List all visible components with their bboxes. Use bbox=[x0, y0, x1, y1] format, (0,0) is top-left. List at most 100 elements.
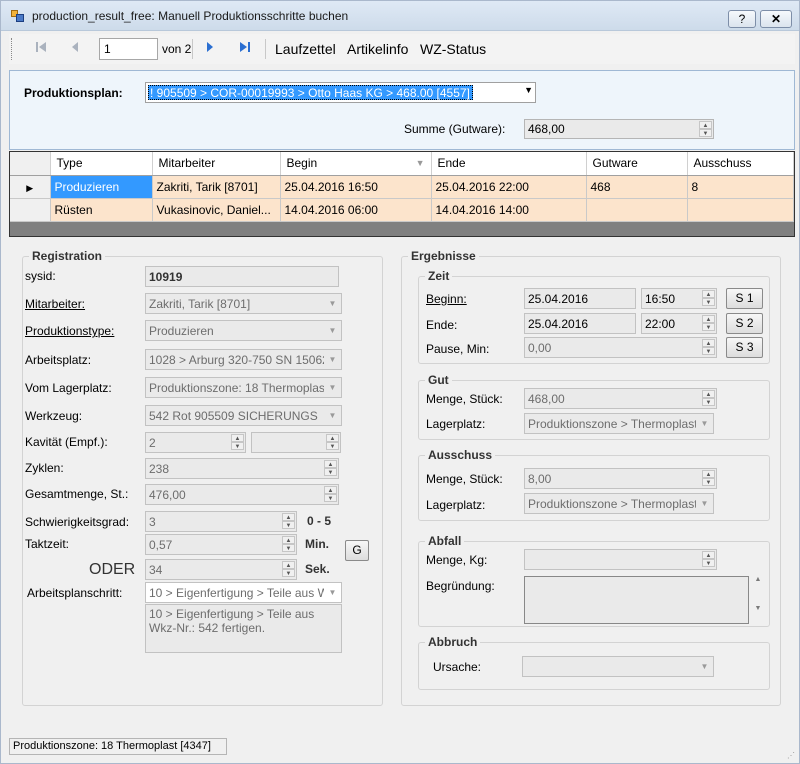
chevron-down-icon[interactable]: ▼ bbox=[696, 414, 713, 433]
chevron-down-icon[interactable]: ▼ bbox=[324, 350, 341, 369]
gut-title: Gut bbox=[425, 373, 452, 387]
beginn-time-field[interactable]: 16:50 ▲ ▼ bbox=[641, 288, 717, 309]
begruendung-textarea[interactable] bbox=[524, 576, 749, 624]
werkzeug-select[interactable]: 542 Rot 905509 SICHERUNGS ▼ bbox=[145, 405, 342, 426]
produktionstype-select[interactable]: Produzieren ▼ bbox=[145, 320, 342, 341]
cell-type[interactable]: Produzieren bbox=[50, 175, 153, 199]
cell-ausschuss[interactable]: 8 bbox=[687, 175, 794, 199]
kavitaet-field[interactable]: 2 ▲ ▼ bbox=[145, 432, 246, 453]
produktionstype-link[interactable]: Produktionstype: bbox=[25, 324, 114, 338]
ausschuss-menge-field[interactable]: 8,00 ▲ ▼ bbox=[524, 468, 717, 489]
row-selector[interactable] bbox=[10, 198, 51, 222]
spinner-icon[interactable]: ▲ ▼ bbox=[231, 434, 244, 450]
production-steps-grid[interactable]: Type Mitarbeiter Begin ▼ Ende Gutware Aus… bbox=[9, 151, 795, 237]
close-button[interactable]: ✕ bbox=[760, 10, 792, 28]
beginn-link[interactable]: Beginn: bbox=[426, 292, 467, 306]
column-header-begin[interactable]: Begin ▼ bbox=[280, 152, 432, 176]
table-row[interactable]: Rüsten Vukasinovic, Daniel... 14.04.2016… bbox=[10, 198, 794, 222]
s1-button[interactable]: S 1 bbox=[726, 288, 763, 309]
cell-mitarbeiter[interactable]: Vukasinovic, Daniel... bbox=[152, 198, 281, 222]
production-plan-select[interactable]: ! 905509 > COR-00019993 > Otto Haas KG >… bbox=[145, 82, 536, 103]
schwierigkeitsgrad-range: 0 - 5 bbox=[307, 514, 332, 528]
kavitaet-empf-field[interactable]: ▲ ▼ bbox=[251, 432, 341, 453]
scroll-up-icon[interactable]: ▲ bbox=[751, 576, 765, 583]
spinner-icon[interactable]: ▲ ▼ bbox=[702, 551, 715, 567]
spinner-icon[interactable]: ▲ ▼ bbox=[326, 434, 339, 450]
table-row[interactable]: ▶ Produzieren Zakriti, Tarik [8701] 25.0… bbox=[10, 175, 794, 199]
chevron-down-icon[interactable]: ▼ bbox=[324, 321, 341, 340]
cell-ende[interactable]: 25.04.2016 22:00 bbox=[431, 175, 587, 199]
ausschuss-lagerplatz-select[interactable]: Produktionszone > Thermoplast ▼ bbox=[524, 493, 714, 514]
row-selector-icon[interactable]: ▶ bbox=[10, 175, 51, 199]
move-next-icon[interactable] bbox=[202, 41, 218, 57]
help-button[interactable]: ? bbox=[728, 10, 756, 28]
chevron-down-icon[interactable]: ▼ bbox=[324, 406, 341, 425]
gut-lagerplatz-value: Produktionszone > Thermoplast bbox=[528, 417, 698, 431]
spinner-icon[interactable]: ▲ ▼ bbox=[699, 121, 712, 137]
spinner-icon[interactable]: ▲ ▼ bbox=[702, 315, 715, 331]
sum-goodware-label: Summe (Gutware): bbox=[404, 122, 506, 136]
wz-status-button[interactable]: WZ-Status bbox=[420, 41, 486, 57]
gut-menge-field[interactable]: 468,00 ▲ ▼ bbox=[524, 388, 717, 409]
cell-mitarbeiter[interactable]: Zakriti, Tarik [8701] bbox=[152, 175, 281, 199]
beginn-date-field[interactable]: 25.04.2016 bbox=[524, 288, 636, 309]
mitarbeiter-select[interactable]: Zakriti, Tarik [8701] ▼ bbox=[145, 293, 342, 314]
cell-type[interactable]: Rüsten bbox=[50, 198, 153, 222]
pause-field[interactable]: 0,00 ▲ ▼ bbox=[524, 337, 717, 358]
column-header-ausschuss[interactable]: Ausschuss bbox=[687, 152, 794, 176]
position-input[interactable]: 1 bbox=[99, 38, 158, 60]
spinner-icon[interactable]: ▲ ▼ bbox=[702, 390, 715, 406]
s2-button[interactable]: S 2 bbox=[726, 313, 763, 334]
spinner-icon[interactable]: ▲ ▼ bbox=[324, 486, 337, 502]
column-header-type[interactable]: Type bbox=[50, 152, 153, 176]
scrollbar[interactable]: ▲ ▼ bbox=[751, 576, 765, 624]
sum-goodware-field[interactable]: 468,00 ▲ ▼ bbox=[524, 119, 714, 139]
column-header-mitarbeiter[interactable]: Mitarbeiter bbox=[152, 152, 281, 176]
mitarbeiter-link[interactable]: Mitarbeiter: bbox=[25, 297, 85, 311]
chevron-down-icon[interactable]: ▼ bbox=[324, 583, 341, 602]
vom-lagerplatz-select[interactable]: Produktionszone: 18 Thermoplast ▼ bbox=[145, 377, 342, 398]
ende-date-field[interactable]: 25.04.2016 bbox=[524, 313, 636, 334]
chevron-down-icon[interactable]: ▼ bbox=[324, 378, 341, 397]
cell-gutware[interactable]: 468 bbox=[586, 175, 688, 199]
spinner-icon[interactable]: ▲ ▼ bbox=[324, 460, 337, 476]
arbeitsplanschritt-select[interactable]: 10 > Eigenfertigung > Teile aus W ▼ bbox=[145, 582, 342, 603]
move-last-icon[interactable] bbox=[237, 41, 253, 57]
schwierigkeitsgrad-field[interactable]: 3 ▲ ▼ bbox=[145, 511, 297, 532]
ende-time-field[interactable]: 22:00 ▲ ▼ bbox=[641, 313, 717, 334]
cell-ausschuss[interactable] bbox=[687, 198, 794, 222]
cell-begin[interactable]: 14.04.2016 06:00 bbox=[280, 198, 432, 222]
gesamtmenge-field[interactable]: 476,00 ▲ ▼ bbox=[145, 484, 339, 505]
spinner-icon[interactable]: ▲ ▼ bbox=[702, 290, 715, 306]
laufzettel-button[interactable]: Laufzettel bbox=[275, 41, 336, 57]
spinner-icon[interactable]: ▲ ▼ bbox=[282, 536, 295, 552]
gut-menge-value: 468,00 bbox=[528, 392, 565, 406]
chevron-down-icon[interactable]: ▼ bbox=[324, 294, 341, 313]
chevron-down-icon[interactable]: ▼ bbox=[696, 657, 713, 676]
chevron-down-icon[interactable]: ▼ bbox=[696, 494, 713, 513]
abfall-menge-field[interactable]: ▲ ▼ bbox=[524, 549, 717, 570]
g-button[interactable]: G bbox=[345, 540, 369, 561]
column-header-ende[interactable]: Ende bbox=[431, 152, 587, 176]
ursache-select[interactable]: ▼ bbox=[522, 656, 714, 677]
cell-gutware[interactable] bbox=[586, 198, 688, 222]
taktzeit-field[interactable]: 0,57 ▲ ▼ bbox=[145, 534, 297, 555]
artikelinfo-button[interactable]: Artikelinfo bbox=[347, 41, 408, 57]
spinner-icon[interactable]: ▲ ▼ bbox=[282, 561, 295, 577]
zyklen-field[interactable]: 238 ▲ ▼ bbox=[145, 458, 339, 479]
scroll-down-icon[interactable]: ▼ bbox=[751, 605, 765, 612]
move-previous-icon[interactable] bbox=[67, 41, 83, 57]
cell-begin[interactable]: 25.04.2016 16:50 bbox=[280, 175, 432, 199]
arbeitsplatz-select[interactable]: 1028 > Arburg 320-750 SN 15062 ▼ bbox=[145, 349, 342, 370]
spinner-icon[interactable]: ▲ ▼ bbox=[702, 470, 715, 486]
chevron-down-icon[interactable]: ▼ bbox=[524, 85, 533, 95]
sekunden-field[interactable]: 34 ▲ ▼ bbox=[145, 559, 297, 580]
resize-grip-icon[interactable]: ⋰ bbox=[787, 751, 797, 761]
gut-lagerplatz-select[interactable]: Produktionszone > Thermoplast ▼ bbox=[524, 413, 714, 434]
column-header-gutware[interactable]: Gutware bbox=[586, 152, 688, 176]
s3-button[interactable]: S 3 bbox=[726, 337, 763, 358]
spinner-icon[interactable]: ▲ ▼ bbox=[702, 339, 715, 355]
spinner-icon[interactable]: ▲ ▼ bbox=[282, 513, 295, 529]
cell-ende[interactable]: 14.04.2016 14:00 bbox=[431, 198, 587, 222]
move-first-icon[interactable] bbox=[33, 41, 49, 57]
